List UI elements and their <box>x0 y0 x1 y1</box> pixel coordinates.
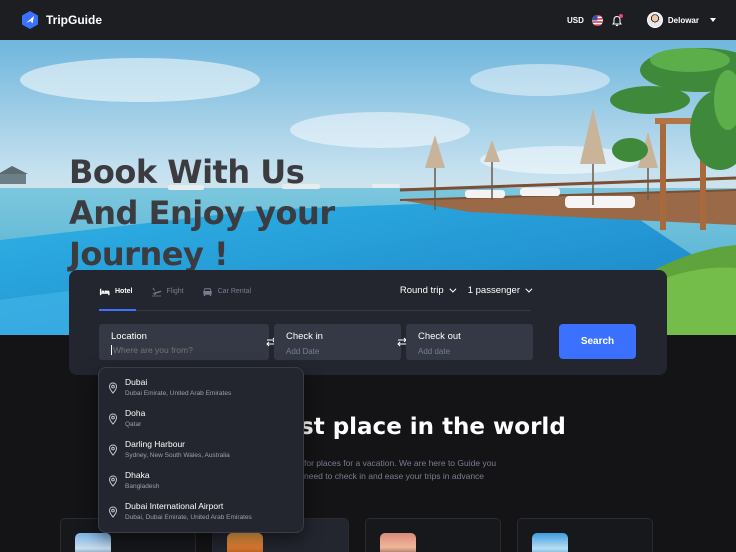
chevron-down-icon <box>525 285 533 293</box>
section-subtitle: for places for a vacation. We are here t… <box>304 457 504 482</box>
location-pin-icon <box>108 444 118 456</box>
search-tabs: Hotel Flight Car Rental <box>99 284 251 298</box>
headline-line-2: And Enjoy your <box>69 194 335 232</box>
tabs-divider <box>99 310 531 311</box>
location-pin-icon <box>108 382 118 394</box>
suggestion-item[interactable]: Dubai Dubai Emirate, United Arab Emirate… <box>107 376 297 404</box>
tab-hotel[interactable]: Hotel <box>99 284 133 298</box>
card-thumbnail <box>380 533 416 552</box>
us-flag-icon[interactable] <box>591 14 603 26</box>
suggestion-name: Dhaka <box>125 470 150 480</box>
suggestion-item[interactable]: Dubai International Airport Dubai, Dubai… <box>107 500 297 528</box>
tab-car-rental-label: Car Rental <box>217 287 252 295</box>
section-title: st place in the world <box>300 414 566 440</box>
destination-card-4[interactable] <box>517 518 653 552</box>
card-thumbnail <box>227 533 263 552</box>
location-pin-icon <box>108 413 118 425</box>
suggestion-detail: Bangladesh <box>125 483 160 490</box>
bed-icon <box>99 288 110 295</box>
suggestion-name: Darling Harbour <box>125 439 185 449</box>
suggestion-name: Dubai <box>125 377 148 387</box>
chevron-down-icon <box>449 285 457 293</box>
suggestion-name: Dubai International Airport <box>125 501 224 511</box>
notification-button[interactable] <box>611 14 623 27</box>
location-pin-icon <box>108 506 118 518</box>
tab-car-rental[interactable]: Car Rental <box>202 284 251 298</box>
tab-flight-label: Flight <box>166 287 184 295</box>
check-in-label: Check in <box>286 331 323 342</box>
check-in-value: Add Date <box>286 347 320 356</box>
location-label: Location <box>111 331 147 342</box>
suggestion-detail: Dubai Emirate, United Arab Emirates <box>125 390 232 397</box>
header-actions: USD Delowar <box>567 12 716 28</box>
notification-dot <box>618 14 623 18</box>
passenger-value: 1 passenger <box>467 285 520 296</box>
destination-card-3[interactable] <box>365 518 501 552</box>
headline-line-3: Journey ! <box>69 235 229 273</box>
active-tab-indicator <box>99 309 136 311</box>
suggestion-name: Doha <box>125 408 146 418</box>
page: TripGuide USD Delowar Book With Us And E… <box>0 0 736 552</box>
logo-icon <box>22 11 38 29</box>
location-field[interactable]: Location <box>99 324 269 360</box>
hero-headline: Book With Us And Enjoy your Journey ! <box>69 152 335 275</box>
suggestion-detail: Dubai, Dubai Emirate, United Arab Emirat… <box>125 514 252 521</box>
avatar <box>646 12 663 28</box>
currency-selector[interactable]: USD <box>567 16 584 25</box>
car-icon <box>202 287 212 296</box>
suggestion-item[interactable]: Darling Harbour Sydney, New South Wales,… <box>107 438 297 466</box>
suggestion-item[interactable]: Dhaka Bangladesh <box>107 469 297 497</box>
chevron-down-icon <box>710 18 716 22</box>
user-menu[interactable]: Delowar <box>646 12 716 28</box>
check-out-value: Add date <box>418 347 451 356</box>
logo[interactable]: TripGuide <box>20 10 102 30</box>
trip-type-value: Round trip <box>399 285 444 296</box>
text-cursor <box>111 345 112 355</box>
suggestion-detail: Qatar <box>125 421 142 428</box>
tab-flight[interactable]: Flight <box>151 284 184 298</box>
suggestion-item[interactable]: Doha Qatar <box>107 407 297 435</box>
top-nav: TripGuide USD Delowar <box>0 0 736 40</box>
passenger-dropdown[interactable]: 1 passenger <box>467 285 533 296</box>
section-subtitle-line-2: need to check in and ease your trips in … <box>304 470 485 481</box>
suggestion-detail: Sydney, New South Wales, Australia <box>125 452 230 459</box>
trip-options: Round trip 1 passenger <box>399 285 533 296</box>
search-panel: Hotel Flight Car Rental Round trip 1 pas… <box>69 270 667 375</box>
location-suggestions: Dubai Dubai Emirate, United Arab Emirate… <box>98 367 304 533</box>
card-thumbnail <box>75 533 111 552</box>
search-button[interactable]: Search <box>559 324 636 359</box>
check-in-field[interactable]: Check in Add Date <box>274 324 401 360</box>
location-input[interactable] <box>113 345 253 355</box>
tab-hotel-label: Hotel <box>115 287 133 295</box>
check-out-label: Check out <box>418 331 461 342</box>
trip-type-dropdown[interactable]: Round trip <box>399 285 457 296</box>
user-name: Delowar <box>667 15 699 25</box>
location-pin-icon <box>108 475 118 487</box>
check-out-field[interactable]: Check out Add date <box>406 324 533 360</box>
plane-icon <box>151 287 161 296</box>
headline-line-1: Book With Us <box>69 153 305 191</box>
brand-name: TripGuide <box>46 13 103 27</box>
section-subtitle-line-1: for places for a vacation. We are here t… <box>304 458 497 468</box>
card-thumbnail <box>532 533 568 552</box>
